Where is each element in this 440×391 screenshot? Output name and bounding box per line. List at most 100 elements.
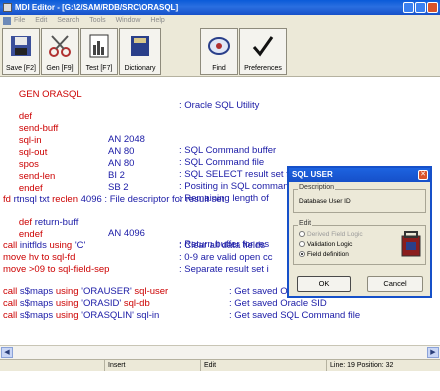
option-label: Validation Logic	[307, 241, 353, 248]
dictionary-button[interactable]: Dictionary	[119, 28, 161, 75]
find-button[interactable]: Find	[200, 28, 238, 75]
menu-file[interactable]: File	[14, 17, 25, 24]
code-token: endef	[18, 229, 43, 240]
code-token: move	[3, 264, 27, 275]
preferences-button[interactable]: Preferences	[239, 28, 287, 75]
code-token: to	[47, 264, 56, 275]
menu-edit[interactable]: Edit	[35, 17, 47, 24]
code-comment: : Clear all data fields	[179, 240, 266, 251]
code-token: call	[3, 286, 18, 297]
description-label: Description	[298, 184, 336, 191]
code-token: reclen	[52, 194, 78, 205]
title-bar[interactable]: MDI Editor - [G:\2/SAM/RDB/SRC\ORASQL]	[0, 0, 440, 15]
dialog-title[interactable]: SQL USER	[289, 168, 430, 182]
close-icon[interactable]	[427, 2, 438, 13]
save-button[interactable]: Save [F2]	[2, 28, 40, 75]
code-type: AN 4096	[108, 228, 145, 239]
menu-tools[interactable]: Tools	[89, 17, 105, 24]
code-token: s$maps	[17, 286, 56, 297]
code-line: spos BI 2 : Positing in SQL command	[3, 148, 294, 192]
code-line: call s$maps using 'ORAUSER' sql-user: Ge…	[3, 286, 331, 297]
radio-icon	[299, 231, 305, 237]
code-token: move	[3, 252, 27, 263]
save-button-label: Save [F2]	[6, 65, 36, 72]
code-token: sql-field-sep	[55, 264, 110, 275]
menu-search[interactable]: Search	[57, 17, 79, 24]
menu-bar: File Edit Search Tools Window Help	[0, 15, 440, 27]
code-token: initflds	[17, 240, 50, 251]
scroll-right-icon[interactable]: ▶	[427, 347, 439, 358]
code-line: call s$maps using 'ORASQLIN' sql-in: Get…	[3, 310, 360, 321]
code-line: call s$maps using 'ORASID' sql-db: Get s…	[3, 298, 327, 309]
book-icon	[131, 36, 149, 56]
code-comment: : SQL Command buffer	[179, 145, 277, 156]
code-token: sql-db	[123, 298, 150, 309]
description-group: Description Database User ID	[293, 184, 426, 213]
code-type: AN 2048	[108, 134, 145, 145]
code-line: send-len SB 2 : Remaining length of	[3, 160, 269, 204]
code-token: s$maps	[17, 298, 56, 309]
menu-help[interactable]: Help	[150, 17, 164, 24]
code-token: s$maps	[17, 310, 56, 321]
code-type: BI 2	[108, 170, 125, 181]
preferences-button-label: Preferences	[244, 65, 282, 72]
window-title: MDI Editor - [G:\2/SAM/RDB/SRC\ORASQL]	[15, 3, 179, 12]
edit-label: Edit	[298, 220, 313, 227]
code-token: 'ORAUSER'	[78, 286, 135, 297]
minimize-icon[interactable]	[403, 2, 414, 13]
desktop-area	[0, 371, 440, 391]
scissors-icon	[49, 35, 71, 57]
sql-user-dialog: SQL USER ✕ Description Database User ID …	[287, 166, 432, 298]
code-token: 'C'	[72, 240, 86, 251]
dialog-close-icon[interactable]: ✕	[418, 170, 428, 180]
option-label: Field definition	[307, 251, 349, 258]
code-comment: : File descriptor for result set	[101, 194, 225, 205]
editor-window: MDI Editor - [G:\2/SAM/RDB/SRC\ORASQL] F…	[0, 0, 440, 391]
code-token: using	[55, 298, 79, 309]
code-comment: : 0-9 are valid open cc	[179, 252, 273, 263]
toolbox-icon	[401, 231, 421, 257]
code-token: endef	[18, 183, 43, 194]
code-token: hv	[26, 252, 42, 263]
code-line: endef	[3, 172, 43, 194]
gen-button[interactable]: Gen [F9]	[41, 28, 79, 75]
code-token: call	[3, 310, 18, 321]
app-icon	[3, 3, 12, 12]
floppy-disk-icon	[11, 36, 31, 56]
scroll-left-icon[interactable]: ◀	[1, 347, 13, 358]
ok-button[interactable]: OK	[297, 276, 351, 292]
code-token: 'ORASQLIN'	[78, 310, 137, 321]
find-icon	[208, 37, 230, 55]
code-token: call	[3, 240, 18, 251]
code-token: sql-in	[136, 310, 160, 321]
cancel-button[interactable]: Cancel	[367, 276, 423, 292]
code-line: send-buff AN 2048 : SQL Command buffer	[3, 112, 276, 156]
dictionary-button-label: Dictionary	[124, 65, 156, 72]
code-line: move hv to sql-fd: 0-9 are valid open cc	[3, 252, 272, 263]
code-comment: : Oracle SQL Utility	[179, 100, 260, 111]
code-line: sql-in AN 80 : SQL Command file	[3, 124, 264, 168]
option-field-definition[interactable]: Field definition	[299, 250, 349, 259]
code-token: call	[3, 298, 18, 309]
code-token: sql-user	[134, 286, 169, 297]
code-comment: : Positing in SQL command	[179, 181, 294, 192]
code-token: >09	[26, 264, 48, 275]
menu-window[interactable]: Window	[116, 17, 141, 24]
test-button[interactable]: Test [F7]	[80, 28, 118, 75]
code-line: GEN ORASQL : Oracle SQL Utility	[3, 78, 260, 111]
radio-selected-icon	[299, 251, 305, 257]
option-validation-logic[interactable]: Validation Logic	[299, 240, 352, 249]
radio-icon	[299, 241, 305, 247]
code-type: AN 80	[108, 146, 135, 157]
code-token: sql-fd	[49, 252, 76, 263]
horizontal-scrollbar[interactable]: ◀ ▶	[0, 345, 440, 359]
code-line: call initflds using 'C': Clear all data …	[3, 240, 265, 251]
test-button-label: Test [F7]	[85, 65, 113, 72]
code-type: AN 80	[108, 158, 135, 169]
code-line: def return-buff AN 4096 : Return buffer …	[3, 206, 269, 250]
code-token: using	[55, 286, 79, 297]
code-comment: : Get saved Oracle SID	[229, 298, 327, 309]
description-value: Database User ID	[299, 198, 351, 205]
option-derived-field-logic[interactable]: Derived Field Logic	[299, 230, 363, 239]
maximize-icon[interactable]	[415, 2, 426, 13]
